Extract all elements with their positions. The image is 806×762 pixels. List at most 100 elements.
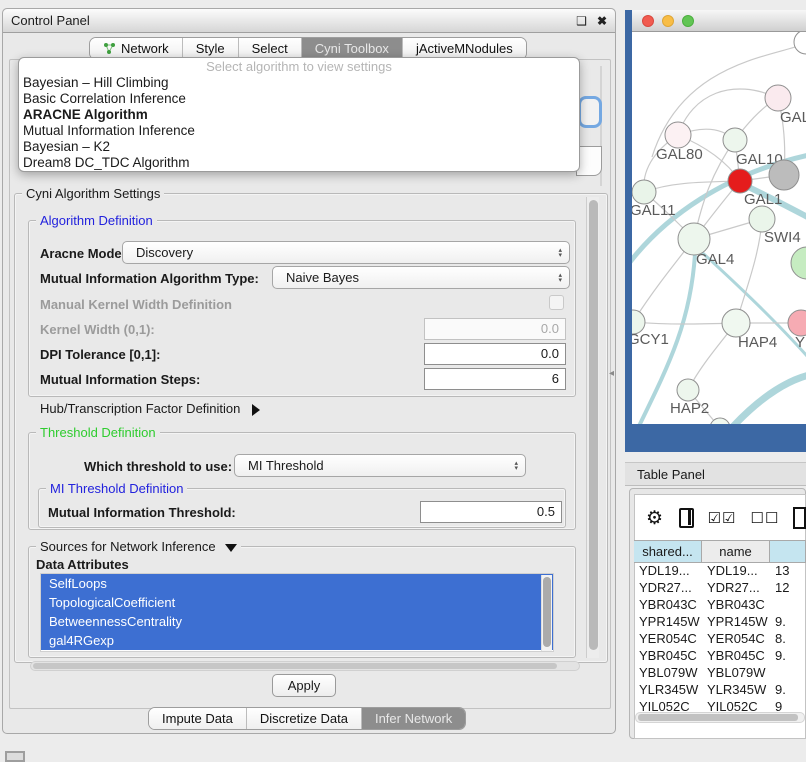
settings-vertical-scrollbar[interactable]	[586, 197, 599, 658]
splitter-collapse-icon[interactable]: ◂	[609, 368, 614, 379]
column-header-name[interactable]: name	[702, 541, 770, 562]
tab-select[interactable]: Select	[239, 38, 302, 59]
settings-vertical-scrollbar-thumb[interactable]	[589, 200, 598, 650]
mi-algorithm-type-combobox[interactable]: Naive Bayes ▴▾	[272, 266, 570, 289]
tab-infer-network[interactable]: Infer Network	[362, 708, 465, 729]
mi-steps-input[interactable]: 6	[424, 368, 566, 390]
table-cell	[770, 597, 806, 614]
data-attributes-list[interactable]: SelfLoopsTopologicalCoefficientBetweenne…	[40, 573, 554, 652]
network-node-hap4[interactable]	[722, 309, 750, 337]
table-cell: YPR145W	[702, 614, 770, 631]
close-traffic-light-icon[interactable]	[642, 15, 654, 27]
tab-style[interactable]: Style	[183, 38, 239, 59]
table-cell: YLR345W	[702, 682, 770, 699]
network-node-gal11[interactable]	[632, 180, 656, 204]
dpi-tolerance-input[interactable]: 0.0	[424, 343, 566, 365]
network-node-gal80[interactable]	[665, 122, 691, 148]
algorithm-option[interactable]: Dream8 DC_TDC Algorithm	[19, 155, 579, 171]
tab-jactivemnodules[interactable]: jActiveMNodules	[403, 38, 526, 59]
attribute-list-item[interactable]: gal4RGexp	[41, 631, 553, 650]
table-cell: 13	[770, 563, 806, 580]
table-cell: YPR145W	[634, 614, 702, 631]
table-horizontal-scrollbar[interactable]	[635, 712, 805, 723]
algorithm-option[interactable]: Basic Correlation Inference	[19, 91, 579, 107]
tab-label: jActiveMNodules	[416, 41, 513, 56]
mi-algorithm-type-label: Mutual Information Algorithm Type:	[40, 271, 259, 286]
manual-kernel-width-checkbox[interactable]	[549, 295, 564, 310]
which-threshold-value: MI Threshold	[248, 458, 324, 473]
sources-group-title[interactable]: Sources for Network Inference	[36, 539, 241, 554]
tab-impute-data[interactable]: Impute Data	[149, 708, 247, 729]
select-all-checkboxes-icon[interactable]: ☑☑	[708, 509, 737, 527]
table-cell: YBL079W	[702, 665, 770, 682]
table-row[interactable]: YBR045CYBR045C9.	[634, 648, 806, 665]
aracne-mode-combobox[interactable]: Discovery ▴▾	[122, 241, 570, 264]
table-row[interactable]: YBL079WYBL079W	[634, 665, 806, 682]
tab-label: Network	[121, 41, 169, 56]
node-label: GCY1	[632, 331, 669, 348]
table-settings-gear-icon[interactable]: ⚙	[646, 507, 663, 530]
node-label: GAL1	[744, 191, 782, 208]
algorithm-option[interactable]: Mutual Information Inference	[19, 123, 579, 139]
network-node[interactable]	[794, 32, 806, 54]
node-label: GAL4	[696, 251, 734, 268]
minimize-traffic-light-icon[interactable]	[662, 15, 674, 27]
network-node-y[interactable]	[788, 310, 806, 336]
tab-discretize-data[interactable]: Discretize Data	[247, 708, 362, 729]
column-header-shared[interactable]: shared...	[634, 541, 702, 562]
tab-label: Select	[252, 41, 288, 56]
mi-threshold-input[interactable]: 0.5	[420, 501, 562, 523]
table-horizontal-scrollbar-thumb[interactable]	[638, 714, 798, 721]
network-node[interactable]	[769, 160, 799, 190]
settings-horizontal-scrollbar-thumb[interactable]	[33, 663, 557, 669]
network-canvas[interactable]: GALGAL80GAL10GAL1GAL11SWI4GAL4GCY1HAP4YH…	[632, 32, 806, 424]
attribute-list-item[interactable]: TopologicalCoefficient	[41, 593, 553, 612]
zoom-traffic-light-icon[interactable]	[682, 15, 694, 27]
close-window-icon[interactable]: ✖	[597, 14, 607, 28]
tab-cyni-toolbox[interactable]: Cyni Toolbox	[302, 38, 403, 59]
table-panel-header: Table Panel	[625, 462, 806, 486]
table-cell: YBR043C	[702, 597, 770, 614]
algorithm-option[interactable]: ARACNE Algorithm	[19, 107, 579, 123]
control-panel-titlebar: Control Panel ❑ ✖	[3, 9, 615, 33]
table-cell: YDR27...	[702, 580, 770, 597]
network-node[interactable]	[791, 247, 806, 279]
minimized-panel-icon[interactable]	[5, 751, 25, 762]
attribute-list-item[interactable]: SelfLoops	[41, 574, 553, 593]
float-window-icon[interactable]: ❑	[576, 14, 587, 28]
attributes-scrollbar-thumb[interactable]	[543, 577, 551, 647]
node-label: GAL80	[656, 146, 703, 163]
attribute-list-item[interactable]: BetweennessCentrality	[41, 612, 553, 631]
data-attributes-label: Data Attributes	[36, 557, 129, 572]
node-label: GAL	[780, 109, 806, 126]
column-header[interactable]	[770, 541, 806, 562]
table-row[interactable]: YPR145WYPR145W9.	[634, 614, 806, 631]
table-row[interactable]: YDR27...YDR27...12	[634, 580, 806, 597]
algorithm-option[interactable]: Bayesian – Hill Climbing	[19, 75, 579, 91]
apply-button[interactable]: Apply	[272, 674, 336, 697]
network-node-gal1[interactable]	[728, 169, 752, 193]
network-node-hap2[interactable]	[677, 379, 699, 401]
kernel-width-input[interactable]: 0.0	[424, 318, 566, 340]
network-node-gal[interactable]	[765, 85, 791, 111]
deselect-all-checkboxes-icon[interactable]: ☐☐	[751, 509, 780, 527]
table-row[interactable]: YER054CYER054C8.	[634, 631, 806, 648]
attributes-vertical-scrollbar[interactable]	[541, 575, 552, 651]
table-row[interactable]: YBR043CYBR043C	[634, 597, 806, 614]
export-table-icon[interactable]	[793, 507, 806, 529]
table-row[interactable]: YLR345WYLR345W9.	[634, 682, 806, 699]
tab-network[interactable]: Network	[90, 38, 183, 59]
settings-horizontal-scrollbar[interactable]	[30, 661, 580, 671]
hub-definition-toggle[interactable]: Hub/Transcription Factor Definition	[40, 401, 260, 416]
algorithm-option[interactable]: Bayesian – K2	[19, 139, 579, 155]
which-threshold-combobox[interactable]: MI Threshold ▴▾	[234, 454, 526, 477]
table-row[interactable]: YDL19...YDL19...13	[634, 563, 806, 580]
network-node-gal10[interactable]	[723, 128, 747, 152]
table-cell: YBR045C	[702, 648, 770, 665]
show-columns-icon[interactable]	[679, 508, 694, 528]
algorithm-dropdown-popup: Select algorithm to view settings Bayesi…	[18, 57, 580, 172]
sources-title-text: Sources for Network Inference	[40, 539, 216, 554]
mi-steps-label: Mutual Information Steps:	[40, 372, 200, 387]
data-attributes-items: SelfLoopsTopologicalCoefficientBetweenne…	[41, 574, 553, 650]
node-label: HAP4	[738, 334, 777, 351]
